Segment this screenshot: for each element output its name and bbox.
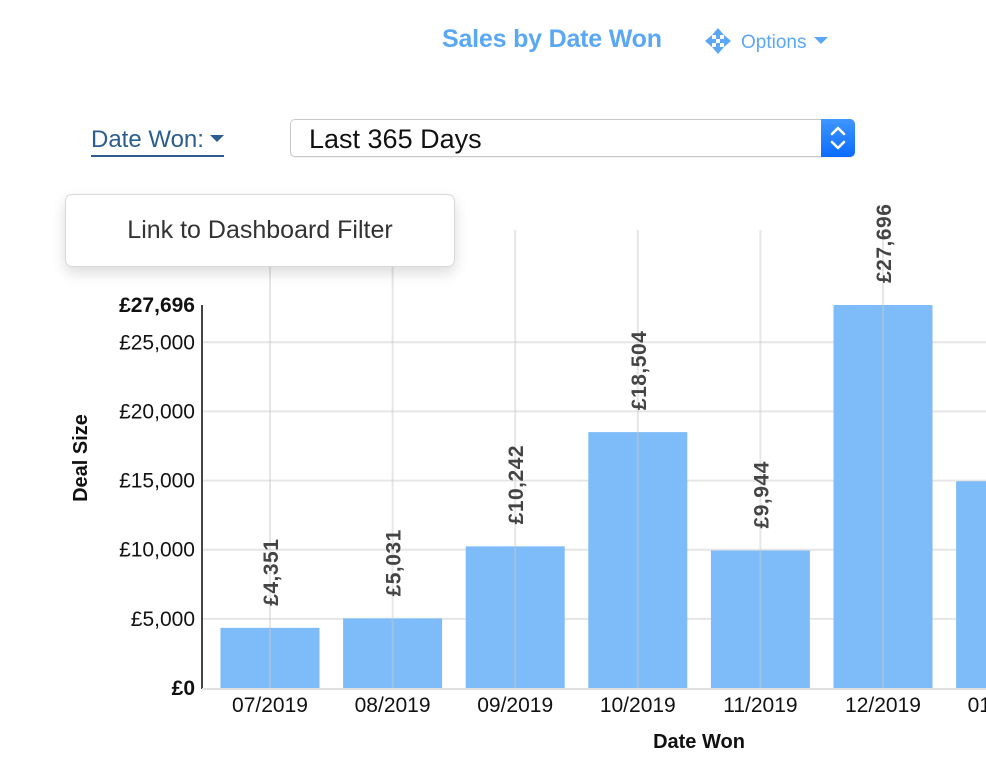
y-tick-label: £10,000 (119, 539, 195, 562)
bar-01/2020[interactable] (956, 481, 986, 688)
bar-chart: £0 £5,000 £10,000 £15,000 £20,000 £25,000 £27,… (70, 204, 986, 753)
x-tick-label: 07/2019 (232, 694, 308, 717)
x-tick-label: 10/2019 (600, 694, 676, 717)
x-tick-label: 08/2019 (355, 694, 431, 717)
link-to-dashboard-filter-item[interactable]: Link to Dashboard Filter (66, 195, 454, 266)
y-tick-label: £5,000 (131, 608, 195, 631)
x-tick-label: 12/2019 (845, 694, 921, 717)
x-tick-label: 11/2019 (723, 694, 797, 717)
x-axis-title: Date Won (653, 731, 745, 753)
data-label: £9,944 (750, 461, 773, 528)
y-tick-label: £0 (172, 677, 195, 700)
y-tick-label: £15,000 (119, 470, 195, 493)
data-label: £10,242 (505, 445, 528, 524)
data-label: £5,031 (383, 529, 406, 596)
x-axis: 07/2019 08/2019 09/2019 10/2019 11/2019 12/20… (202, 688, 986, 717)
filter-popover: Link to Dashboard Filter (65, 194, 455, 267)
data-label: £27,696 (873, 204, 896, 283)
y-axis-title: Deal Size (70, 414, 92, 502)
bars (220, 305, 986, 688)
y-tick-label: £20,000 (119, 400, 195, 423)
x-tick-label: 09/2019 (477, 694, 553, 717)
y-tick-label: £27,696 (119, 294, 195, 317)
x-tick-label: 01/2020 (968, 694, 986, 717)
y-tick-label: £25,000 (119, 331, 195, 354)
data-label: £4,351 (260, 539, 283, 606)
y-axis: £0 £5,000 £10,000 £15,000 £20,000 £25,000 £27,… (119, 294, 203, 700)
data-label: £18,504 (628, 331, 651, 410)
